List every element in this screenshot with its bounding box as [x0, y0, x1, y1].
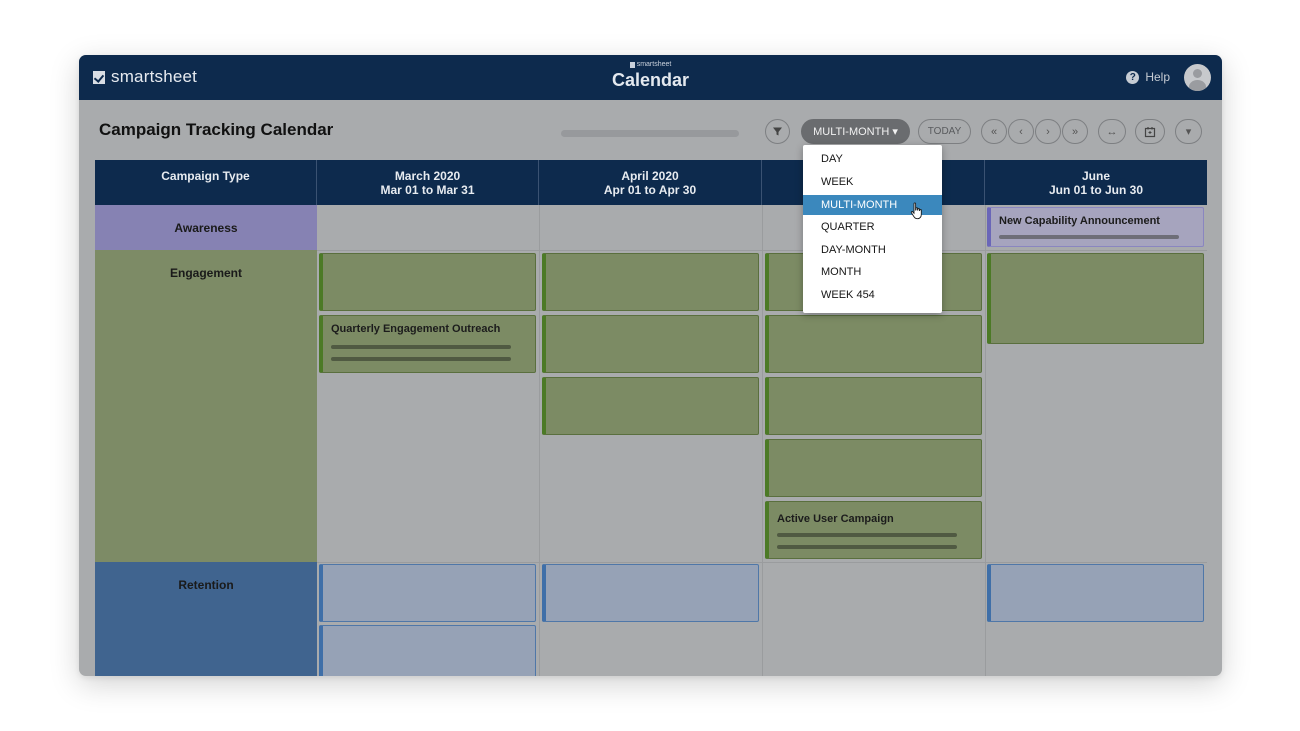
- previous-range-button[interactable]: «: [981, 119, 1007, 144]
- menu-item-quarter[interactable]: QUARTER: [803, 217, 942, 237]
- event-detail-bar: [777, 545, 957, 549]
- calendar-grid: Campaign Type March 2020 Mar 01 to Mar 3…: [95, 160, 1207, 676]
- column-divider: [762, 205, 763, 676]
- column-divider: [985, 205, 986, 676]
- help-label: Help: [1145, 70, 1170, 84]
- menu-item-day-month[interactable]: DAY-MONTH: [803, 240, 942, 260]
- column-header-range: Mar 01 to Mar 31: [380, 182, 475, 197]
- user-avatar[interactable]: [1184, 64, 1211, 91]
- event-card[interactable]: [319, 625, 536, 676]
- app-title: Calendar: [611, 70, 690, 90]
- more-options-button[interactable]: ▾: [1175, 119, 1202, 144]
- next-range-button[interactable]: »: [1062, 119, 1088, 144]
- column-header-march: March 2020 Mar 01 to Mar 31: [317, 160, 539, 205]
- smartsheet-mini-logo-icon: [629, 61, 635, 68]
- menu-item-week[interactable]: WEEK: [803, 172, 942, 192]
- event-card-new-capability[interactable]: New Capability Announcement: [987, 207, 1204, 247]
- today-button[interactable]: TODAY: [918, 119, 971, 144]
- event-detail-bar: [331, 345, 511, 349]
- row-label-retention: Retention: [95, 562, 317, 676]
- event-card-quarterly-engagement[interactable]: Quarterly Engagement Outreach: [319, 315, 536, 373]
- event-detail-bar: [777, 533, 957, 537]
- row-divider: [317, 250, 1207, 251]
- event-card[interactable]: [542, 315, 759, 373]
- app-window: smartsheet smartsheet Calendar ? Help Ca…: [79, 55, 1222, 676]
- column-header-campaign-type: Campaign Type: [95, 160, 317, 205]
- expand-horizontal-icon: ↔: [1106, 125, 1118, 138]
- menu-item-week-454[interactable]: WEEK 454: [803, 285, 942, 305]
- event-title: Quarterly Engagement Outreach: [331, 323, 501, 335]
- row-label-engagement: Engagement: [95, 250, 317, 562]
- date-navigation: « ‹ › »: [981, 119, 1088, 144]
- column-header-range: Apr 01 to Apr 30: [603, 182, 697, 197]
- column-header-label: Campaign Type: [161, 169, 250, 183]
- event-card[interactable]: [765, 315, 982, 373]
- filter-icon: [773, 127, 782, 136]
- menu-item-month[interactable]: MONTH: [803, 262, 942, 282]
- column-header-april: April 2020 Apr 01 to Apr 30: [539, 160, 762, 205]
- event-detail-bar: [331, 357, 511, 361]
- column-header-month: March 2020: [394, 168, 461, 183]
- date-picker-button[interactable]: [1135, 119, 1165, 144]
- event-detail-bar: [999, 235, 1179, 239]
- event-card[interactable]: [319, 564, 536, 622]
- view-mode-button[interactable]: MULTI-MONTH ▾: [801, 119, 910, 144]
- calendar-icon: [1144, 126, 1156, 137]
- event-card[interactable]: [765, 439, 982, 497]
- event-title: Active User Campaign: [777, 513, 894, 525]
- top-bar: smartsheet smartsheet Calendar ? Help: [79, 55, 1222, 100]
- app-title-brand: smartsheet: [79, 61, 1222, 68]
- help-link[interactable]: ? Help: [1126, 70, 1170, 84]
- hand-pointer-icon: [910, 202, 922, 220]
- column-header-month: June: [1081, 168, 1110, 183]
- event-card[interactable]: [542, 564, 759, 622]
- previous-button[interactable]: ‹: [1008, 119, 1034, 144]
- row-divider: [317, 562, 1207, 563]
- event-title: New Capability Announcement: [999, 215, 1160, 227]
- column-header-june: June Jun 01 to Jun 30: [985, 160, 1207, 205]
- filter-button[interactable]: [765, 119, 790, 144]
- event-card[interactable]: [987, 253, 1204, 344]
- column-header-month: April 2020: [621, 168, 679, 183]
- event-card[interactable]: [542, 377, 759, 435]
- menu-item-day[interactable]: DAY: [803, 149, 942, 169]
- event-card[interactable]: [987, 564, 1204, 622]
- event-card-active-user[interactable]: Active User Campaign: [765, 501, 982, 559]
- view-mode-menu: DAY WEEK MULTI-MONTH QUARTER DAY-MONTH M…: [803, 145, 942, 313]
- expand-button[interactable]: ↔: [1098, 119, 1126, 144]
- column-divider: [539, 205, 540, 676]
- event-card[interactable]: [542, 253, 759, 311]
- row-label-awareness: Awareness: [95, 205, 317, 250]
- calendar-title: Campaign Tracking Calendar: [99, 120, 334, 139]
- help-icon: ?: [1126, 70, 1140, 84]
- chevron-down-icon: ▾: [1185, 126, 1192, 138]
- event-card[interactable]: [319, 253, 536, 311]
- loading-bar: [561, 130, 739, 137]
- event-card[interactable]: [765, 377, 982, 435]
- app-title-block: smartsheet Calendar: [79, 61, 1222, 91]
- next-button[interactable]: ›: [1035, 119, 1061, 144]
- app-title-brand-text: smartsheet: [636, 61, 672, 68]
- column-header-range: Jun 01 to Jun 30: [1048, 182, 1144, 197]
